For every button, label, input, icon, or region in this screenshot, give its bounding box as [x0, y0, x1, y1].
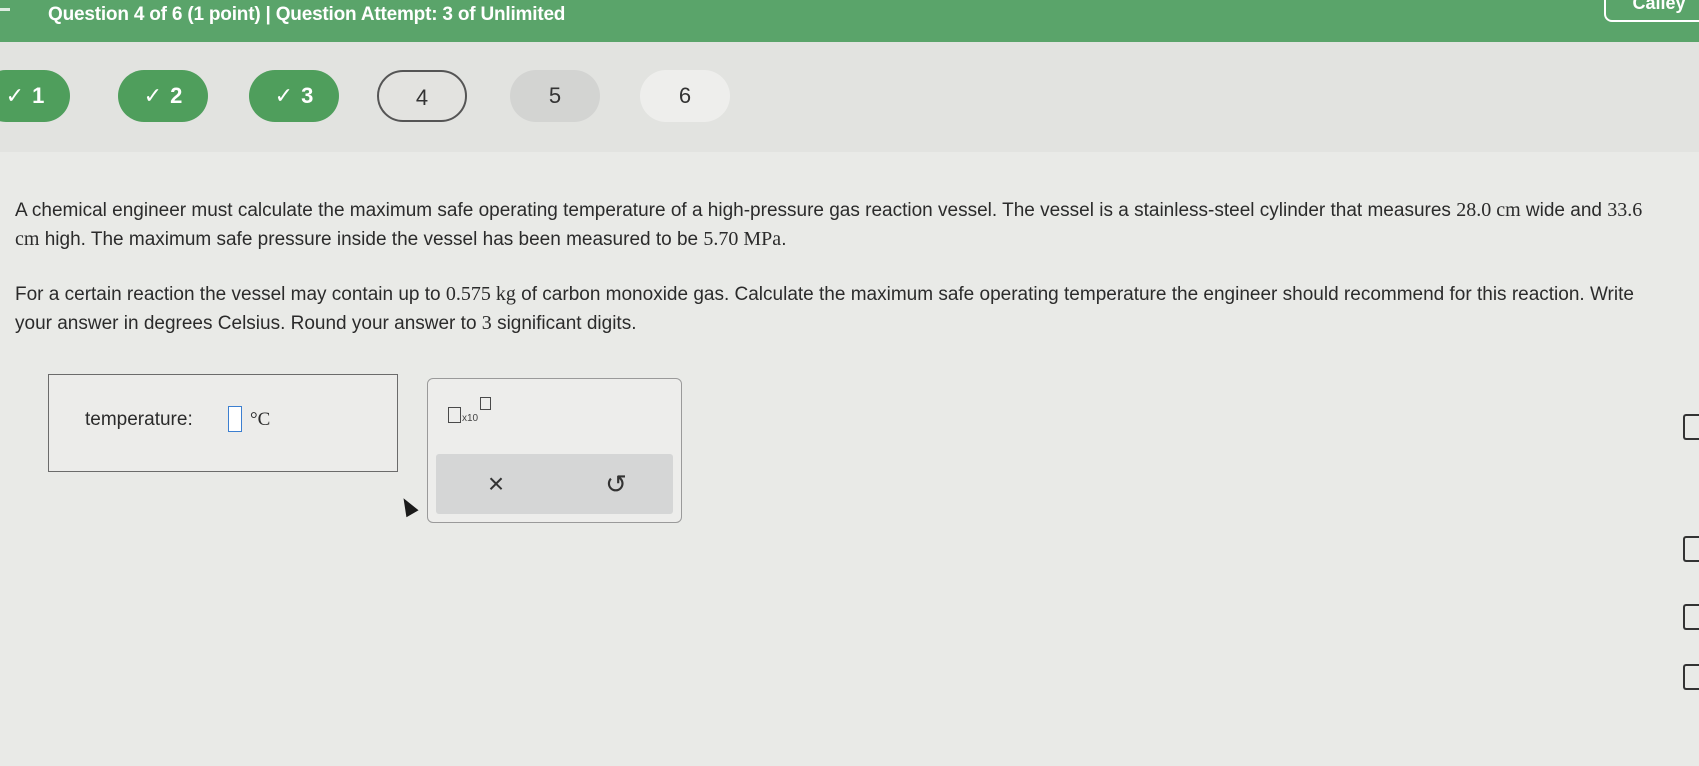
undo-button[interactable]: ↺: [596, 466, 636, 502]
question-nav-label: 1: [32, 83, 45, 108]
pressure-value: 5.70 MPa: [703, 228, 782, 250]
check-icon: ✓: [274, 83, 294, 108]
keypad-action-row: × ↺: [436, 454, 673, 514]
problem-text: For a certain reaction the vessel may co…: [15, 284, 446, 305]
problem-text: high. The maximum safe pressure inside t…: [39, 229, 704, 250]
question-nav-label: 4: [415, 85, 429, 110]
question-nav-item-3[interactable]: ✓ 3: [249, 70, 339, 122]
vessel-width-value: 28.0 cm: [1456, 199, 1521, 221]
question-content: A chemical engineer must calculate the m…: [0, 152, 1699, 690]
user-account-button[interactable]: Calley: [1604, 0, 1699, 22]
check-icon: ✓: [5, 83, 25, 108]
right-tool-rail: [1680, 304, 1699, 766]
question-header-title: Question 4 of 6 (1 point) | Question Att…: [48, 4, 566, 25]
question-nav-label: 5: [548, 83, 562, 108]
problem-paragraph-1: A chemical engineer must calculate the m…: [15, 196, 1645, 254]
times-ten-label: x10: [462, 413, 479, 424]
mantissa-box-icon: [448, 407, 461, 423]
temperature-input[interactable]: [228, 406, 242, 432]
clear-button[interactable]: ×: [476, 466, 516, 502]
question-nav-label: 3: [301, 83, 314, 108]
mouse-cursor-icon: [397, 494, 419, 518]
scientific-notation-button[interactable]: x10: [448, 397, 500, 427]
tool-icon[interactable]: [1683, 664, 1699, 690]
temperature-label: temperature:: [85, 409, 193, 430]
menu-icon[interactable]: [0, 8, 10, 11]
question-nav-label: 6: [678, 83, 692, 108]
celsius-unit: °C: [250, 409, 271, 430]
problem-paragraph-2: For a certain reaction the vessel may co…: [15, 280, 1645, 338]
question-nav-item-2[interactable]: ✓ 2: [118, 70, 208, 122]
problem-text: significant digits.: [491, 313, 637, 334]
tool-icon[interactable]: [1683, 536, 1699, 562]
check-icon: ✓: [143, 83, 163, 108]
problem-text: A chemical engineer must calculate the m…: [15, 200, 1457, 221]
math-keypad: x10 × ↺: [427, 378, 682, 523]
tool-icon[interactable]: [1683, 604, 1699, 630]
tool-icon[interactable]: [1683, 414, 1699, 440]
significant-digits-value: 3: [481, 312, 492, 334]
gas-mass-value: 0.575 kg: [445, 283, 516, 305]
question-navigator: ✓ 1 ✓ 2 ✓ 3 4 5 6: [0, 42, 1699, 152]
answer-box: temperature: °C: [48, 374, 398, 472]
question-nav-item-1[interactable]: ✓ 1: [0, 70, 70, 122]
question-nav-item-4[interactable]: 4: [377, 70, 467, 122]
question-nav-item-6[interactable]: 6: [640, 70, 730, 122]
question-nav-label: 2: [170, 83, 183, 108]
problem-text: wide and: [1520, 200, 1608, 221]
question-nav-item-5[interactable]: 5: [510, 70, 600, 122]
top-bar: Question 4 of 6 (1 point) | Question Att…: [0, 0, 1699, 42]
problem-text: .: [781, 229, 787, 250]
exponent-box-icon: [480, 397, 491, 410]
